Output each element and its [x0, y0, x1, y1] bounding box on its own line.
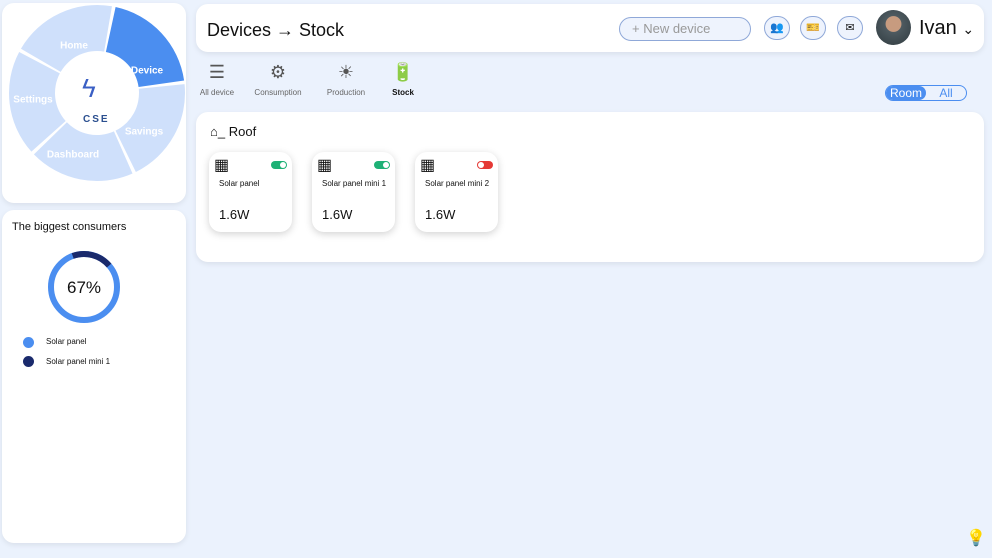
device-name: Solar panel mini 2	[425, 179, 490, 188]
device-card[interactable]: ▦ Solar panel mini 1 1.6W	[312, 152, 395, 232]
device-power: 1.6W	[425, 207, 456, 222]
user-name: Ivan	[919, 17, 957, 39]
room-title: ⌂_ Roof	[210, 124, 257, 139]
lightbulb-icon[interactable]: 💡	[966, 528, 986, 548]
legend-dot	[23, 356, 34, 367]
breadcrumb: Devices → Stock	[207, 20, 345, 40]
consumers-title: The biggest consumers	[12, 221, 127, 233]
user-menu[interactable]: Ivan ⌄	[919, 17, 974, 40]
filter-room[interactable]: Room	[886, 86, 926, 100]
nav-device[interactable]: Device	[131, 66, 163, 77]
new-device-button[interactable]: + New device	[619, 17, 751, 41]
power-toggle[interactable]	[374, 161, 390, 169]
lightning-logo-icon: ϟ	[82, 73, 96, 103]
navigation-wheel: Home Device Savings Dashboard Settings ϟ…	[2, 3, 186, 203]
tab-all-device[interactable]: ☰ All device	[200, 62, 234, 97]
device-power: 1.6W	[219, 207, 250, 222]
tab-stock[interactable]: 🔋 Stock	[392, 62, 414, 97]
device-card[interactable]: ▦ Solar panel 1.6W	[209, 152, 292, 232]
nav-settings[interactable]: Settings	[13, 95, 52, 106]
tab-consumption[interactable]: ⚙ Consumption	[254, 62, 301, 97]
room-card: ⌂_ Roof ▦ Solar panel 1.6W ▦ Solar panel …	[196, 112, 984, 262]
device-power: 1.6W	[322, 207, 353, 222]
menu-icon: ☰	[208, 62, 226, 82]
header: Devices → Stock + New device 👥 🎫 ✉ Ivan …	[196, 4, 984, 52]
filter-all[interactable]: All	[926, 86, 966, 100]
tab-production[interactable]: ☀ Production	[327, 62, 365, 97]
power-toggle[interactable]	[271, 161, 287, 169]
legend-label: Solar panel mini 1	[46, 357, 111, 366]
battery-icon: 🔋	[391, 62, 415, 82]
tab-label: Consumption	[254, 88, 302, 97]
roof-icon: ⌂_	[210, 124, 226, 139]
device-name: Solar panel	[219, 179, 260, 188]
power-toggle[interactable]	[477, 161, 493, 169]
logo-text: CSE	[83, 114, 110, 125]
solar-panel-icon: ▦	[214, 157, 230, 174]
device-name: Solar panel mini 1	[322, 179, 387, 188]
room-all-toggle[interactable]: Room All	[885, 85, 967, 101]
tab-label: Stock	[392, 88, 414, 97]
chevron-down-icon: ⌄	[962, 21, 975, 37]
people-icon[interactable]: 👥	[764, 16, 790, 40]
solar-panel-icon: ▦	[420, 157, 436, 174]
legend-dot	[23, 337, 34, 348]
mail-icon[interactable]: ✉	[837, 16, 863, 40]
offer-icon[interactable]: 🎫	[800, 16, 826, 40]
tab-label: Production	[326, 88, 366, 97]
solar-panel-icon: ▦	[317, 157, 333, 174]
donut-center-label: 67%	[66, 278, 102, 297]
legend-label: Solar panel	[46, 337, 87, 346]
avatar[interactable]	[876, 10, 911, 45]
consumption-icon: ⚙	[269, 62, 287, 82]
nav-savings[interactable]: Savings	[125, 127, 163, 138]
nav-dashboard[interactable]: Dashboard	[47, 150, 99, 161]
tab-label: All device	[199, 88, 235, 97]
nav-home[interactable]: Home	[60, 41, 88, 52]
solar-production-icon: ☀	[337, 62, 355, 82]
biggest-consumers-panel: The biggest consumers 67% Solar panel So…	[2, 210, 186, 543]
device-card[interactable]: ▦ Solar panel mini 2 1.6W	[415, 152, 498, 232]
